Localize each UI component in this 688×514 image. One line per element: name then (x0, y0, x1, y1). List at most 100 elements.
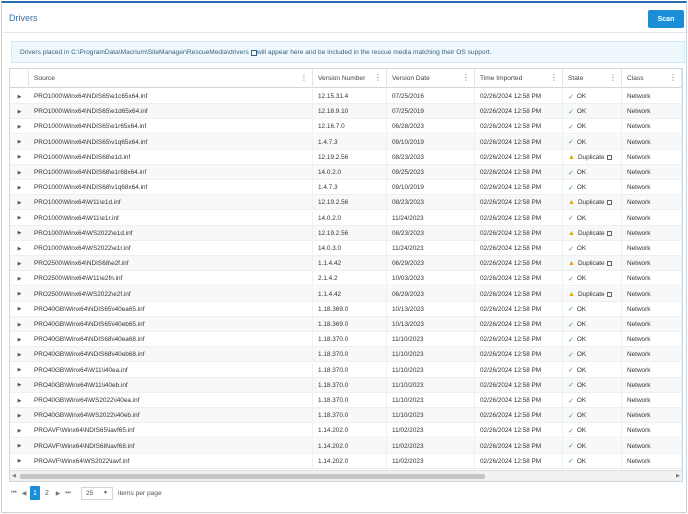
expand-row-icon[interactable]: ▶ (10, 423, 29, 438)
column-menu-icon[interactable]: ⋮ (550, 74, 558, 82)
external-link-icon[interactable] (250, 50, 257, 56)
table-row[interactable]: ▶ PRO1000\Winx64\NDIS68\e1r68x64.inf 14.0.… (10, 165, 682, 180)
external-link-icon[interactable] (606, 230, 612, 236)
column-header-state[interactable]: State ⋮ (563, 69, 622, 88)
table-row[interactable]: ▶ PRO2500\Winx64\WS2022\e2f.inf 1.1.4.42 06… (10, 286, 682, 302)
table-row[interactable]: ▶ PRO1000\Winx64\NDIS65\e1c65x64.inf 12.15… (10, 89, 682, 104)
table-row[interactable]: ▶ PROAVF\Winx64\NDIS68\iavf68.inf 1.14.202… (10, 438, 682, 454)
expand-row-icon[interactable]: ▶ (10, 378, 29, 393)
column-menu-icon[interactable]: ⋮ (669, 74, 677, 82)
table-row[interactable]: ▶ PRO2500\Winx64\NDIS68\e2f.inf 1.1.4.42 06… (10, 256, 682, 272)
expand-row-icon[interactable]: ▶ (10, 104, 29, 119)
table-row[interactable]: ▶ PRO2500\Winx64\W11\e2fn.inf 2.1.4.2 10/03… (10, 271, 682, 287)
cell-text: 1.18.370.0 (318, 351, 349, 359)
scroll-left-icon[interactable]: ◀ (12, 473, 16, 479)
expand-row-icon[interactable]: ▶ (10, 302, 29, 317)
expand-row-icon[interactable]: ▶ (10, 256, 29, 271)
column-menu-icon[interactable]: ⋮ (374, 74, 382, 82)
column-header-source[interactable]: Source ⋮ (29, 69, 313, 88)
cell-state[interactable]: ▲ Duplicate (563, 286, 622, 302)
expand-row-icon[interactable]: ▶ (10, 135, 29, 150)
check-icon: ✓ (568, 397, 574, 405)
column-menu-icon[interactable]: ⋮ (300, 74, 308, 82)
expand-row-icon[interactable]: ▶ (10, 287, 29, 302)
prev-page-icon[interactable]: ◀ (19, 490, 29, 497)
external-link-icon[interactable] (606, 200, 612, 206)
check-icon: ✓ (568, 367, 574, 375)
column-header-class[interactable]: Class ⋮ (622, 69, 682, 88)
table-row[interactable]: ▶ PRO1000\Winx64\NDIS68\v1q68x64.inf 1.4.7… (10, 180, 682, 196)
column-menu-icon[interactable]: ⋮ (609, 74, 617, 82)
cell-state[interactable]: ▲ Duplicate (563, 149, 622, 165)
scroll-right-icon[interactable]: ▶ (676, 473, 680, 479)
cell-text: OK (576, 397, 587, 404)
expand-row-icon[interactable]: ▶ (10, 454, 29, 469)
cell-class: Network (622, 438, 682, 454)
table-row[interactable]: ▶ PRO1000\Winx64\NDIS65\e1d65x64.inf 12.18… (10, 104, 682, 120)
next-page-icon[interactable]: ▶ (53, 490, 63, 497)
cell-text: Network (627, 184, 651, 192)
expand-row-icon[interactable]: ▶ (10, 226, 29, 241)
scan-button[interactable]: Scan (648, 10, 684, 28)
expand-row-icon[interactable]: ▶ (10, 408, 29, 423)
expand-row-icon[interactable]: ▶ (10, 347, 29, 362)
table-row[interactable]: ▶ PRO1000\Winx64\WS2022\e1d.inf 12.19.2.56… (10, 225, 682, 241)
cell-date: 11/10/2023 (387, 362, 475, 378)
external-link-icon[interactable] (606, 291, 612, 297)
expand-row-icon[interactable]: ▶ (10, 150, 29, 165)
table-row[interactable]: ▶ PRO40GB\Winx64\NDIS68\i40eb68.inf 1.18.3… (10, 347, 682, 363)
page-2-button[interactable]: 2 (42, 486, 52, 500)
expand-row-icon[interactable]: ▶ (10, 271, 29, 286)
table-row[interactable]: ▶ PRO1000\Winx64\W11\e1r.inf 14.0.2.0 11/24… (10, 210, 682, 226)
cell-text: 07/25/2016 (392, 93, 424, 100)
cell-text: PRO40GB\Winx64\NDIS68\i40eb68.inf (34, 351, 145, 359)
column-header-time-imported[interactable]: Time Imported ⋮ (475, 69, 563, 88)
last-page-icon[interactable]: ⏭ (63, 490, 73, 497)
column-header-version-date[interactable]: Version Date ⋮ (387, 69, 475, 88)
external-link-icon[interactable] (606, 261, 612, 267)
table-row[interactable]: ▶ PRO40GB\Winx64\WS2022\i40ea.inf 1.18.370… (10, 393, 682, 408)
external-link-icon[interactable] (606, 154, 612, 160)
expand-row-icon[interactable]: ▶ (10, 119, 29, 134)
table-row[interactable]: ▶ PRO40GB\Winx64\NDIS65\i40eb65.inf 1.18.3… (10, 317, 682, 332)
page-1-button[interactable]: 1 (30, 486, 40, 500)
table-row[interactable]: ▶ PROAVF\Winx64\NDIS65\iavf65.inf 1.14.202… (10, 423, 682, 439)
drivers-path-link[interactable]: C:\ProgramData\Macrium\SiteManager\Rescu… (71, 49, 249, 56)
expand-row-icon[interactable]: ▶ (10, 332, 29, 347)
expand-row-icon[interactable]: ▶ (10, 317, 29, 332)
table-row[interactable]: ▶ PRO40GB\Winx64\NDIS65\i40ea65.inf 1.18.3… (10, 301, 682, 317)
page-size-select[interactable]: 25 ▼ (81, 486, 113, 500)
table-row[interactable]: ▶ PRO1000\Winx64\NDIS65\v1q65x64.inf 1.4.7… (10, 134, 682, 150)
table-row[interactable]: ▶ PRO40GB\Winx64\WS2022\i40eb.inf 1.18.370… (10, 408, 682, 424)
column-menu-icon[interactable]: ⋮ (462, 74, 470, 82)
table-row[interactable]: ▶ PRO40GB\Winx64\W11\i40ea.inf 1.18.370.0 1… (10, 362, 682, 378)
expand-row-icon[interactable]: ▶ (10, 180, 29, 195)
expand-row-icon[interactable]: ▶ (10, 439, 29, 454)
cell-state[interactable]: ▲ Duplicate (563, 195, 622, 211)
scrollbar-thumb[interactable] (20, 474, 485, 479)
expand-row-icon[interactable]: ▶ (10, 165, 29, 180)
expand-row-icon[interactable]: ▶ (10, 393, 29, 408)
cell-state[interactable]: ▲ Duplicate (563, 225, 622, 241)
table-row[interactable]: ▶ PROAVF\Winx64\WS2022\iavf.inf 1.14.202.0… (10, 453, 682, 469)
table-row[interactable]: ▶ PRO1000\Winx64\WS2022\e1r.inf 14.0.3.0 11… (10, 241, 682, 256)
column-header-version-number[interactable]: Version Number ⋮ (313, 69, 387, 88)
expand-row-icon[interactable]: ▶ (10, 211, 29, 226)
expand-row-icon[interactable]: ▶ (10, 363, 29, 378)
table-row[interactable]: ▶ PRO40GB\Winx64\NDIS68\i40ea68.inf 1.18.3… (10, 332, 682, 348)
first-page-icon[interactable]: ⏮ (9, 490, 19, 497)
expand-row-icon[interactable]: ▶ (10, 89, 29, 104)
cell-state[interactable]: ▲ Duplicate (563, 256, 622, 272)
info-banner: Drivers placed in C:\ProgramData\Macrium… (11, 41, 685, 63)
expand-row-icon[interactable]: ▶ (10, 195, 29, 210)
horizontal-scrollbar[interactable]: ◀ ▶ (10, 470, 682, 481)
table-row[interactable]: ▶ PRO40GB\Winx64\W11\i40eb.inf 1.18.370.0 1… (10, 377, 682, 393)
cell-date: 11/10/2023 (387, 377, 475, 393)
cell-text: OK (576, 427, 587, 435)
table-row[interactable]: ▶ PRO1000\Winx64\NDIS65\e1r65x64.inf 12.16… (10, 119, 682, 135)
cell-text: 14.0.3.0 (318, 245, 342, 252)
table-row[interactable]: ▶ PRO1000\Winx64\NDIS68\e1d.inf 12.19.2.56… (10, 149, 682, 165)
table-row[interactable]: ▶ PRO1000\Winx64\W11\e1d.inf 12.19.2.56 08/… (10, 195, 682, 211)
cell-class: Network (622, 256, 682, 272)
expand-row-icon[interactable]: ▶ (10, 241, 29, 256)
